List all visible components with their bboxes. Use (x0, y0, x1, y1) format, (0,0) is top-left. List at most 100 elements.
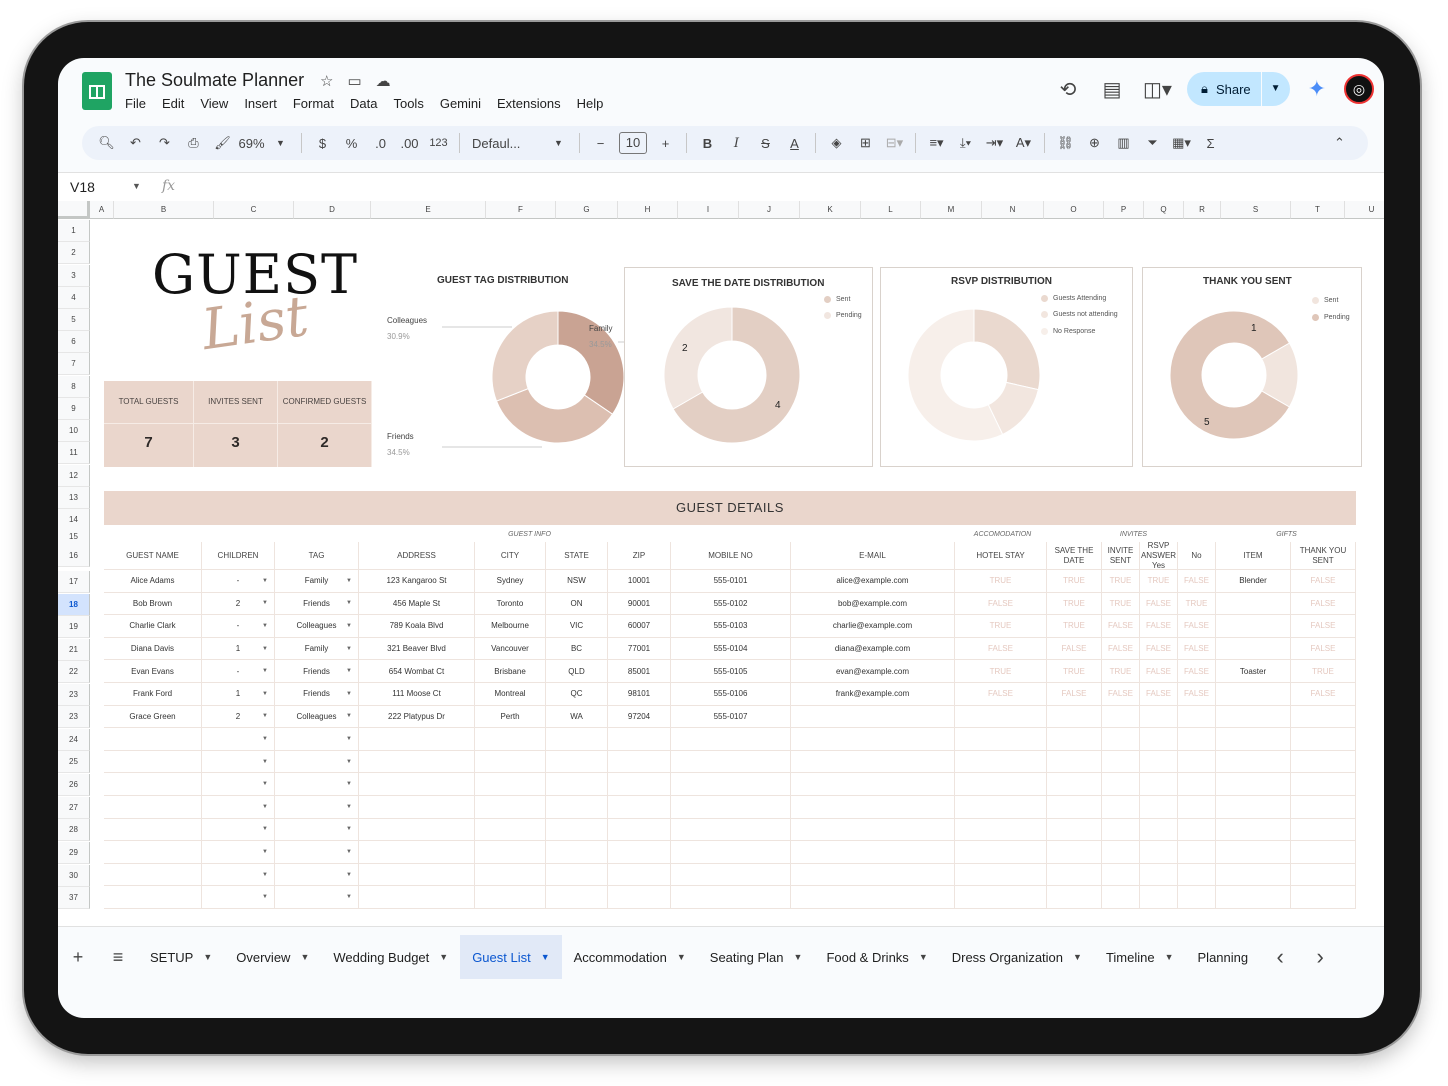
table-cell[interactable]: Toronto (475, 592, 546, 616)
select-all-corner[interactable] (58, 201, 90, 219)
row-header[interactable]: 9 (58, 398, 90, 420)
table-cell[interactable]: Family ▼ (275, 570, 359, 593)
table-cell[interactable]: BC (546, 637, 608, 661)
table-cell[interactable] (1216, 592, 1291, 616)
table-cell[interactable]: - ▼ (202, 570, 275, 593)
row-header[interactable]: 11 (58, 442, 90, 464)
table-cell[interactable] (1178, 705, 1216, 729)
sheet-tab-accommodation[interactable]: Accommodation ▼ (562, 935, 698, 979)
share-dropdown-icon[interactable]: ▼ (1260, 72, 1290, 106)
all-sheets-icon[interactable]: ≡ (98, 947, 138, 968)
table-cell[interactable]: VIC (546, 615, 608, 638)
row-header[interactable]: 25 (58, 751, 90, 773)
table-cell[interactable] (608, 750, 671, 774)
table-cell[interactable] (546, 728, 608, 751)
zoom-dropdown-icon[interactable]: ▼ (266, 138, 295, 148)
dropdown-chevron-icon[interactable]: ▼ (262, 894, 268, 900)
table-cell[interactable]: FALSE (1178, 683, 1216, 706)
table-cell[interactable]: Blender (1216, 570, 1291, 593)
font-size-input[interactable]: 10 (619, 132, 647, 154)
gemini-icon[interactable]: ✦ (1308, 76, 1326, 102)
table-cell[interactable] (475, 886, 546, 909)
avatar[interactable]: ◎ (1344, 74, 1374, 104)
dropdown-chevron-icon[interactable]: ▼ (346, 872, 352, 878)
email-cell[interactable] (791, 750, 955, 774)
row-header[interactable]: 21 (58, 639, 90, 661)
dropdown-chevron-icon[interactable]: ▼ (262, 781, 268, 787)
table-cell[interactable]: FALSE (1140, 683, 1178, 706)
borders-icon[interactable]: ⊞ (851, 135, 880, 151)
table-cell[interactable] (1216, 683, 1291, 706)
table-cell[interactable] (1216, 728, 1291, 751)
move-folder-icon[interactable]: ▭ (347, 72, 361, 90)
table-cell[interactable]: Evan Evans (104, 660, 202, 683)
table-cell[interactable] (1047, 818, 1102, 842)
email-cell[interactable] (791, 818, 955, 842)
table-cell[interactable] (359, 841, 475, 864)
table-cell[interactable] (608, 841, 671, 864)
table-cell[interactable] (475, 796, 546, 819)
dropdown-chevron-icon[interactable]: ▼ (262, 736, 268, 742)
column-header-p[interactable]: P (1104, 201, 1144, 219)
table-cell[interactable] (1047, 886, 1102, 909)
name-box-dropdown-icon[interactable]: ▼ (132, 181, 141, 191)
table-cell[interactable] (1140, 773, 1178, 796)
table-cell[interactable]: ▼ (202, 773, 275, 796)
table-cell[interactable]: Toaster (1216, 660, 1291, 683)
column-header-s[interactable]: S (1221, 201, 1291, 219)
table-cell[interactable]: Sydney (475, 570, 546, 593)
increase-font-size-icon[interactable]: + (651, 136, 680, 151)
more-formats-button[interactable]: 123 (424, 137, 453, 149)
table-cell[interactable] (1216, 818, 1291, 842)
email-cell[interactable]: bob@example.com (791, 592, 955, 616)
table-cell[interactable]: FALSE (1178, 615, 1216, 638)
cloud-status-icon[interactable]: ☁ (376, 72, 391, 90)
increase-decimal-button[interactable]: .00 (395, 136, 424, 151)
table-cell[interactable]: ▼ (202, 841, 275, 864)
table-cell[interactable] (1291, 863, 1356, 887)
search-menus-icon[interactable]: 🔍︎ (92, 135, 121, 151)
table-cell[interactable] (104, 750, 202, 774)
table-cell[interactable]: FALSE (955, 637, 1047, 661)
email-cell[interactable]: evan@example.com (791, 660, 955, 683)
table-cell[interactable]: ▼ (202, 728, 275, 751)
email-cell[interactable]: charlie@example.com (791, 615, 955, 638)
table-cell[interactable] (546, 863, 608, 887)
column-header-u[interactable]: U (1345, 201, 1384, 219)
font-dropdown-icon[interactable]: ▼ (544, 138, 573, 148)
table-cell[interactable] (671, 796, 791, 819)
table-cell[interactable] (1102, 796, 1140, 819)
table-cell[interactable] (1047, 705, 1102, 729)
column-header-q[interactable]: Q (1144, 201, 1184, 219)
table-cell[interactable]: 98101 (608, 683, 671, 706)
table-cell[interactable] (1047, 750, 1102, 774)
row-header[interactable]: 3 (58, 265, 90, 287)
filter-views-icon[interactable]: ▦▾ (1167, 135, 1196, 151)
table-cell[interactable] (1140, 796, 1178, 819)
table-cell[interactable] (1178, 773, 1216, 796)
dropdown-chevron-icon[interactable]: ▼ (346, 826, 352, 832)
email-cell[interactable] (791, 886, 955, 909)
dropdown-chevron-icon[interactable]: ▼ (346, 578, 352, 584)
row-header[interactable]: 18 (58, 594, 90, 616)
column-header-j[interactable]: J (739, 201, 800, 219)
table-cell[interactable]: 1 ▼ (202, 637, 275, 661)
row-header[interactable]: 1 (58, 220, 90, 242)
table-cell[interactable]: FALSE (1291, 637, 1356, 661)
column-header-l[interactable]: L (861, 201, 921, 219)
column-header-r[interactable]: R (1184, 201, 1221, 219)
table-cell[interactable]: Melbourne (475, 615, 546, 638)
table-cell[interactable] (104, 863, 202, 887)
column-header-n[interactable]: N (982, 201, 1044, 219)
table-cell[interactable] (359, 886, 475, 909)
row-header[interactable]: 22 (58, 661, 90, 683)
email-cell[interactable]: alice@example.com (791, 570, 955, 593)
menu-extensions[interactable]: Extensions (497, 96, 561, 111)
table-cell[interactable]: 10001 (608, 570, 671, 593)
table-cell[interactable]: TRUE (1140, 570, 1178, 593)
table-cell[interactable] (104, 773, 202, 796)
insert-link-icon[interactable]: ⛓ (1051, 135, 1080, 151)
table-cell[interactable] (475, 728, 546, 751)
table-cell[interactable] (1216, 773, 1291, 796)
dropdown-chevron-icon[interactable]: ▼ (262, 691, 268, 697)
